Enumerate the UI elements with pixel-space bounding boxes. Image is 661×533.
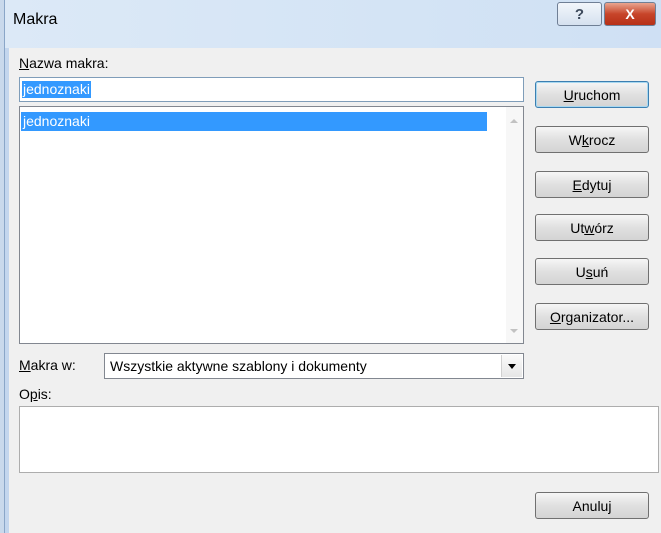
scroll-down-icon[interactable]: [510, 329, 518, 333]
help-button[interactable]: ?: [557, 2, 602, 26]
description-label: Opis:: [19, 386, 52, 402]
cancel-button[interactable]: Anuluj: [535, 492, 649, 519]
macros-in-label: Makra w:: [19, 357, 76, 373]
delete-button[interactable]: Us uń: [535, 258, 649, 285]
dropdown-button[interactable]: [501, 355, 522, 377]
close-button[interactable]: X: [604, 2, 656, 26]
macro-name-value: jednoznaki: [22, 81, 91, 98]
macro-list[interactable]: jednoznaki: [19, 106, 524, 344]
macro-name-input[interactable]: jednoznaki: [19, 77, 524, 102]
scroll-up-icon[interactable]: [510, 119, 518, 123]
chevron-down-icon: [508, 364, 516, 369]
list-item[interactable]: jednoznaki: [21, 112, 487, 131]
macro-name-label: Nazwa makra:: [19, 55, 109, 71]
run-button[interactable]: Uruchom: [535, 81, 649, 108]
vertical-scrollbar[interactable]: [506, 107, 523, 343]
edit-button[interactable]: Edytuj: [535, 171, 649, 198]
window-title: Makra: [13, 11, 58, 28]
help-icon: ?: [574, 5, 585, 23]
create-button[interactable]: Ut w órz: [535, 214, 649, 241]
macros-dialog: Makra ? X Nazwa makra: jednoznaki jednoz…: [4, 0, 661, 533]
description-box: [19, 406, 659, 473]
macros-in-select[interactable]: Wszystkie aktywne szablony i dokumenty: [104, 353, 524, 379]
step-into-button[interactable]: Wk rocz: [535, 126, 649, 153]
title-bar[interactable]: Makra ? X: [5, 0, 661, 48]
macros-in-value: Wszystkie aktywne szablony i dokumenty: [110, 358, 367, 374]
dialog-body: Nazwa makra: jednoznaki jednoznaki Uruch…: [9, 48, 661, 533]
organizer-button[interactable]: Organizator...: [535, 303, 649, 330]
close-icon: X: [625, 6, 635, 22]
